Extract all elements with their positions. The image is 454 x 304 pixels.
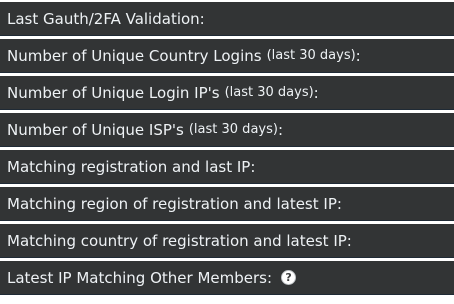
- row-label: Number of Unique ISP's: [7, 120, 184, 139]
- row-matching-registration-last-ip: Matching registration and last IP:: [0, 150, 454, 184]
- security-info-panel: Last Gauth/2FA Validation: Number of Uni…: [0, 0, 454, 304]
- row-latest-ip-matching-members: Latest IP Matching Other Members: ?: [0, 261, 454, 295]
- row-matching-region-latest-ip: Matching region of registration and late…: [0, 187, 454, 221]
- question-circle-icon[interactable]: ?: [281, 270, 297, 285]
- row-label: Latest IP Matching Other Members:: [7, 268, 273, 287]
- row-label: Matching country of registration and lat…: [7, 231, 352, 250]
- row-label: Number of Unique Login IP's: [7, 83, 220, 102]
- row-label: Last Gauth/2FA Validation:: [7, 9, 205, 28]
- row-last-gauth-validation: Last Gauth/2FA Validation:: [0, 2, 454, 36]
- row-label: Matching region of registration and late…: [7, 194, 342, 213]
- row-period: (last 30 days): [266, 48, 356, 63]
- row-colon: :: [355, 46, 361, 65]
- row-matching-country-latest-ip: Matching country of registration and lat…: [0, 224, 454, 258]
- row-colon: :: [277, 120, 284, 139]
- row-colon: :: [313, 83, 319, 102]
- row-unique-country-logins: Number of Unique Country Logins (last 30…: [0, 39, 454, 73]
- row-unique-login-ips: Number of Unique Login IP's (last 30 day…: [0, 76, 454, 110]
- row-period: (last 30 days): [188, 122, 278, 137]
- row-unique-isps: Number of Unique ISP's (last 30 days) :: [0, 113, 454, 147]
- row-period: (last 30 days): [224, 85, 314, 100]
- row-label: Matching registration and last IP:: [7, 157, 256, 176]
- row-label: Number of Unique Country Logins: [7, 46, 262, 65]
